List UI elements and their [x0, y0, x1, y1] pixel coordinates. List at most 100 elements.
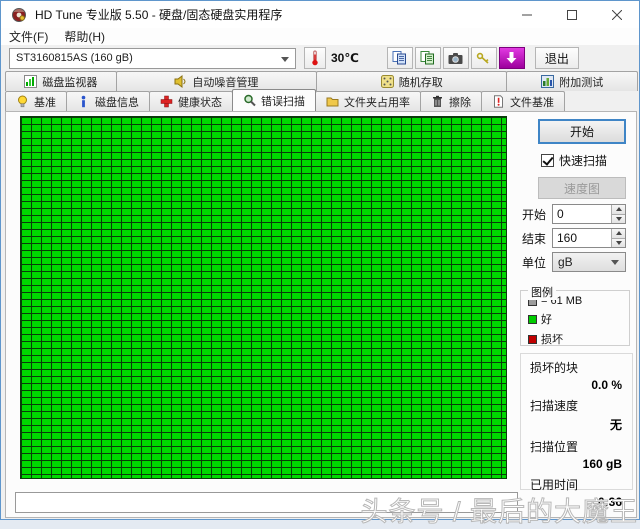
- copy-button[interactable]: [386, 47, 413, 69]
- tab-file-benchmark[interactable]: 文件基准: [481, 91, 565, 111]
- speaker-icon: [174, 75, 186, 88]
- keys-icon: [477, 52, 489, 64]
- folder-icon: [326, 97, 339, 107]
- quick-scan-label: 快速扫描: [559, 154, 608, 168]
- menu-help[interactable]: 帮助(H): [56, 28, 113, 45]
- legend-item-good: 好: [528, 311, 629, 327]
- spin-up-button[interactable]: [611, 205, 625, 214]
- drive-select[interactable]: ST3160815AS (160 gB): [9, 47, 296, 69]
- tab-label: 随机存取: [398, 76, 443, 89]
- tab-random-access[interactable]: 随机存取: [316, 71, 508, 91]
- copy-icon: [392, 51, 407, 65]
- scan-end-label: 结束: [522, 231, 547, 246]
- menu-bar: 文件(F) 帮助(H): [1, 28, 639, 45]
- scan-start-input[interactable]: [553, 205, 609, 223]
- scan-end-input[interactable]: [553, 229, 609, 247]
- close-icon: [611, 9, 622, 20]
- window-title: HD Tune 专业版 5.50 - 硬盘/固态硬盘实用程序: [35, 8, 283, 22]
- copy-results-icon: [420, 51, 435, 65]
- toolbar: ST3160815AS (160 gB) 30℃ 退出: [1, 45, 639, 71]
- red-cross-icon: [160, 95, 173, 108]
- triangle-down-icon: [615, 216, 622, 221]
- file-exclamation-icon: [494, 95, 503, 108]
- menu-file[interactable]: 文件(F): [1, 28, 56, 45]
- stat-damaged-blocks: 损坏的块 0.0 %: [530, 361, 622, 392]
- chevron-down-icon: [281, 56, 289, 62]
- tab-label: 磁盘信息: [95, 96, 139, 109]
- scan-stats-box: 损坏的块 0.0 % 扫描速度 无 扫描位置 160 gB 已用时间 0:36: [520, 353, 633, 509]
- tab-label: 附加测试: [559, 76, 604, 89]
- stat-scan-position: 扫描位置 160 gB: [530, 440, 622, 471]
- tab-folder-usage[interactable]: 文件夹占用率: [315, 91, 421, 111]
- spin-down-button[interactable]: [611, 213, 625, 223]
- temperature-button[interactable]: [304, 47, 326, 69]
- watermark-text: 头条号 / 最后的大魔王: [360, 497, 638, 528]
- tab-health[interactable]: 健康状态: [149, 91, 233, 111]
- legend-item-damaged: 损坏: [528, 331, 629, 347]
- tab-error-scan[interactable]: 错误扫描: [232, 89, 316, 111]
- triangle-down-icon: [615, 240, 622, 245]
- tab-extra-tests[interactable]: 附加测试: [506, 71, 638, 91]
- screenshot-button[interactable]: [442, 47, 469, 69]
- tab-label: 文件夹占用率: [344, 96, 410, 109]
- lightbulb-icon: [18, 95, 27, 108]
- temperature-value: 30℃: [331, 51, 359, 65]
- app-logo-icon: [12, 7, 26, 22]
- legend-label: 损坏: [541, 334, 563, 346]
- disk-monitor-icon: [24, 75, 38, 88]
- exit-button-label: 退出: [544, 51, 569, 66]
- thermometer-icon: [312, 50, 318, 66]
- good-swatch: [528, 314, 537, 324]
- exit-button[interactable]: 退出: [534, 47, 579, 69]
- tab-label: 擦除: [449, 96, 471, 109]
- speed-map-button[interactable]: 速度图: [538, 177, 626, 199]
- dice-icon: [380, 75, 394, 88]
- tab-label: 错误扫描: [261, 95, 305, 108]
- tab-disk-info[interactable]: 磁盘信息: [66, 91, 150, 111]
- spin-up-button[interactable]: [611, 229, 625, 238]
- copy-results-button[interactable]: [414, 47, 441, 69]
- stat-scan-speed: 扫描速度 无: [530, 399, 622, 432]
- minimize-button[interactable]: [504, 1, 549, 28]
- quick-scan-checkbox[interactable]: [541, 154, 554, 167]
- keys-button[interactable]: [470, 47, 497, 69]
- tab-label: 磁盘监视器: [42, 76, 98, 89]
- info-icon: [81, 95, 86, 108]
- legend-label: 好: [541, 314, 552, 326]
- update-button[interactable]: [498, 47, 525, 69]
- tab-label: 自动噪音管理: [192, 76, 259, 89]
- tab-label: 健康状态: [178, 96, 222, 109]
- minimize-icon: [521, 14, 532, 15]
- unit-select[interactable]: gB: [552, 252, 626, 272]
- scan-start-label: 开始: [522, 207, 547, 222]
- tab-label: 文件基准: [510, 96, 554, 109]
- scan-start-spinner: [552, 204, 626, 224]
- tab-benchmark[interactable]: 基准: [5, 91, 67, 111]
- tab-label: 基准: [34, 96, 56, 109]
- hdtune-window: HD Tune 专业版 5.50 - 硬盘/固态硬盘实用程序 文件(F) 帮助(…: [0, 0, 640, 520]
- tab-aam[interactable]: 自动噪音管理: [115, 71, 318, 91]
- triangle-up-icon: [615, 207, 622, 212]
- unit-label: 单位: [522, 255, 547, 270]
- update-download-icon: [506, 52, 517, 64]
- trash-icon: [433, 95, 442, 107]
- damaged-swatch: [528, 334, 537, 344]
- legend-title: 图例: [528, 284, 556, 300]
- tab-row-bottom: 基准 磁盘信息 健康状态 错误扫描 文件夹占用率 擦除 文件基准: [5, 89, 637, 111]
- unit-select-value: gB: [558, 255, 573, 269]
- tab-erase[interactable]: 擦除: [420, 91, 482, 111]
- spin-down-button[interactable]: [611, 237, 625, 247]
- close-button[interactable]: [594, 1, 639, 28]
- start-scan-button[interactable]: 开始: [538, 119, 626, 144]
- drive-select-value: ST3160815AS (160 gB): [16, 52, 133, 64]
- tab-disk-monitor[interactable]: 磁盘监视器: [5, 71, 117, 91]
- chevron-down-icon: [611, 260, 619, 265]
- extra-tests-icon: [541, 75, 555, 88]
- title-bar: HD Tune 专业版 5.50 - 硬盘/固态硬盘实用程序: [1, 1, 639, 28]
- start-scan-label: 开始: [569, 125, 594, 139]
- triangle-up-icon: [615, 231, 622, 236]
- speed-map-label: 速度图: [563, 181, 600, 196]
- maximize-icon: [566, 9, 577, 20]
- maximize-button[interactable]: [549, 1, 594, 28]
- scan-block-map: [20, 116, 507, 479]
